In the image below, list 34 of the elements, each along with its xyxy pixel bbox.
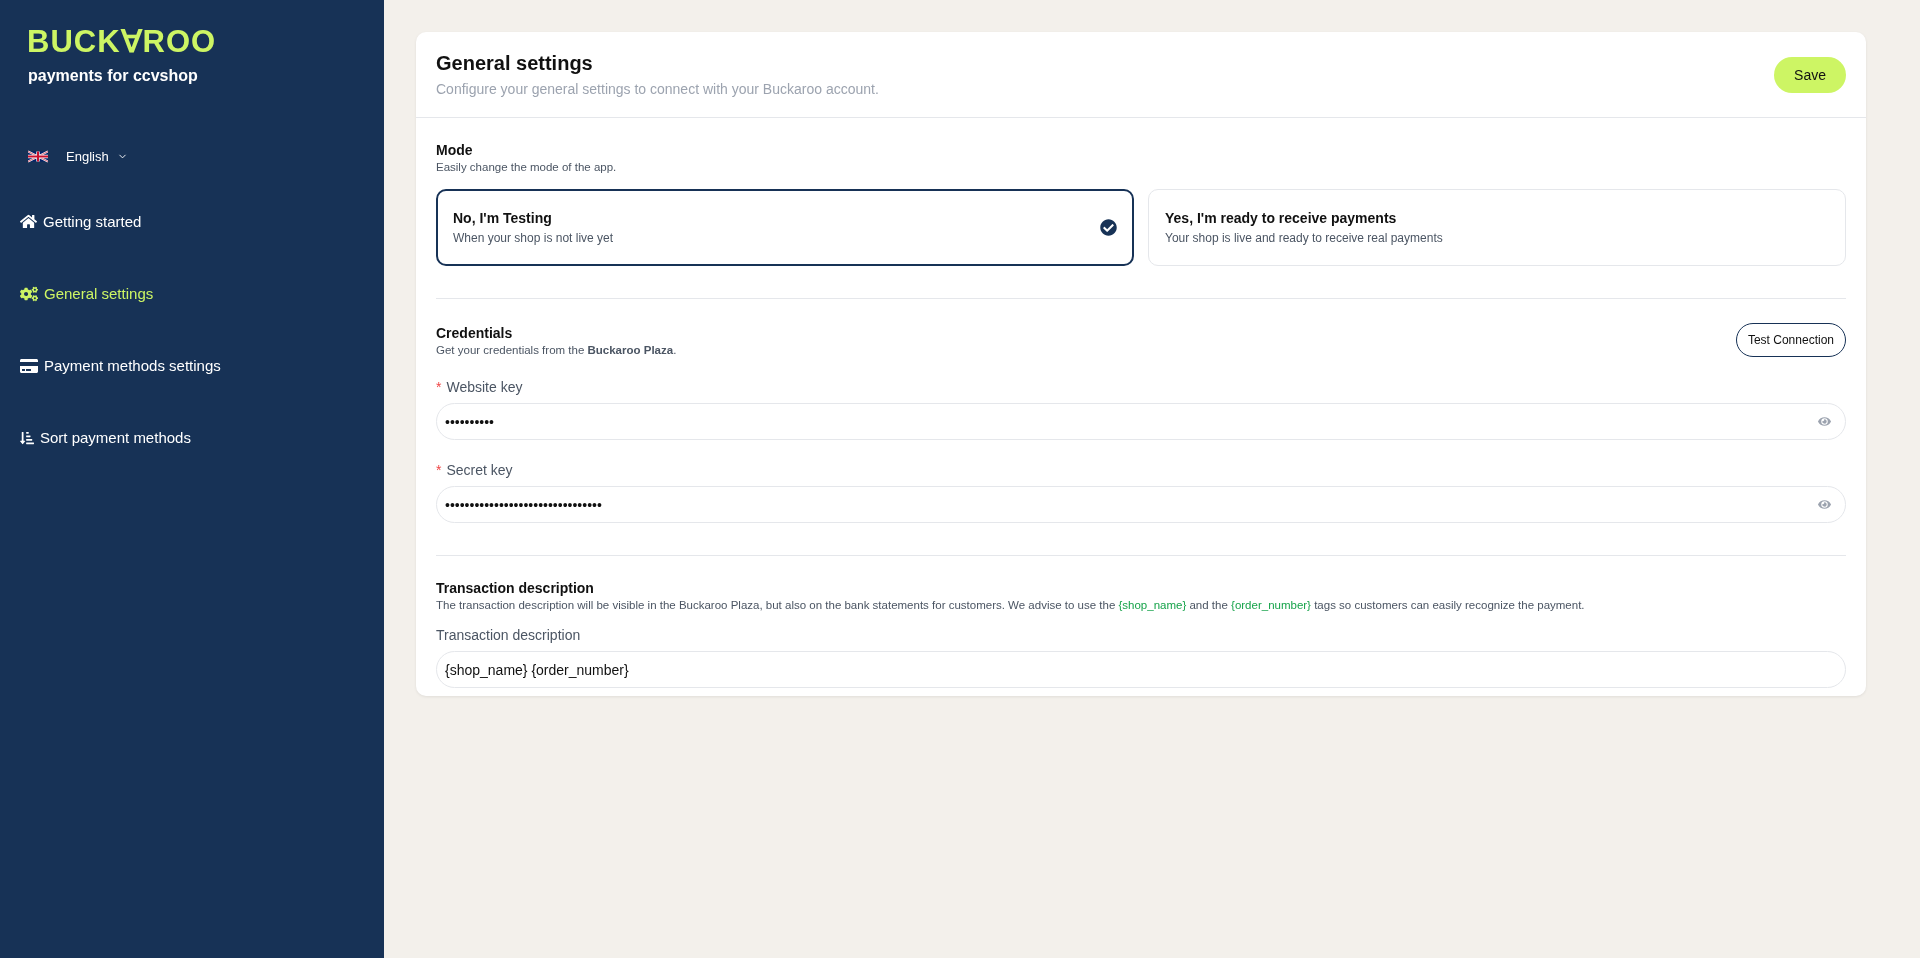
section-description: Easily change the mode of the app. [436, 161, 618, 173]
page-subtitle: Configure your general settings to connect with your Buckaroo account. [436, 81, 879, 97]
section-title: Transaction description [436, 580, 595, 596]
uk-flag-icon [28, 150, 48, 163]
section-title: Mode [436, 142, 474, 158]
option-description: Your shop is live and ready to receive real payments [1165, 231, 1443, 245]
option-title: No, I'm Testing [453, 210, 553, 226]
page-title: General settings [436, 52, 594, 75]
nav-item[interactable]: General settings [20, 282, 154, 305]
option-description: When your shop is not live yet [453, 231, 614, 245]
test-connection-button[interactable]: Test Connection [1735, 323, 1846, 357]
nav-item[interactable]: Payment methods settings [20, 354, 221, 377]
sort-icon [20, 430, 34, 445]
gears-icon [20, 284, 38, 303]
eye-icon[interactable] [1818, 415, 1831, 428]
field-label: * Website key [436, 379, 524, 395]
mode-option[interactable]: No, I'm Testing When your shop is not live yet [436, 189, 1134, 266]
logo-tagline: payments for ccvshop [28, 67, 198, 85]
language-selector[interactable]: English [28, 149, 128, 164]
credit-card-icon [20, 356, 38, 375]
home-icon [20, 213, 37, 230]
field-label: Transaction description [436, 627, 582, 643]
nav-item[interactable]: Sort payment methods [20, 426, 191, 449]
section-title: Credentials [436, 324, 514, 341]
option-title: Yes, I'm ready to receive payments [1165, 210, 1398, 226]
field-label: * Secret key [436, 462, 514, 478]
nav-item[interactable]: Getting started [20, 210, 142, 233]
mode-option[interactable]: Yes, I'm ready to receive payments Your shop is live and ready to receive real payments [1148, 189, 1846, 266]
eye-icon[interactable] [1818, 498, 1831, 511]
section-description: Get your credentials from the Buckaroo Plaza. [436, 343, 677, 356]
logo: BUCK∀ROO [27, 26, 217, 57]
section-description: The transaction description will be visible in the Buckaroo Plaza, but also on the bank statements for customers. We advise to use the {shop_name} and the {order_number} tags so customers can easily recognize the payment. [436, 599, 1586, 611]
check-icon [1100, 219, 1117, 236]
save-button[interactable]: Save [1774, 56, 1846, 93]
